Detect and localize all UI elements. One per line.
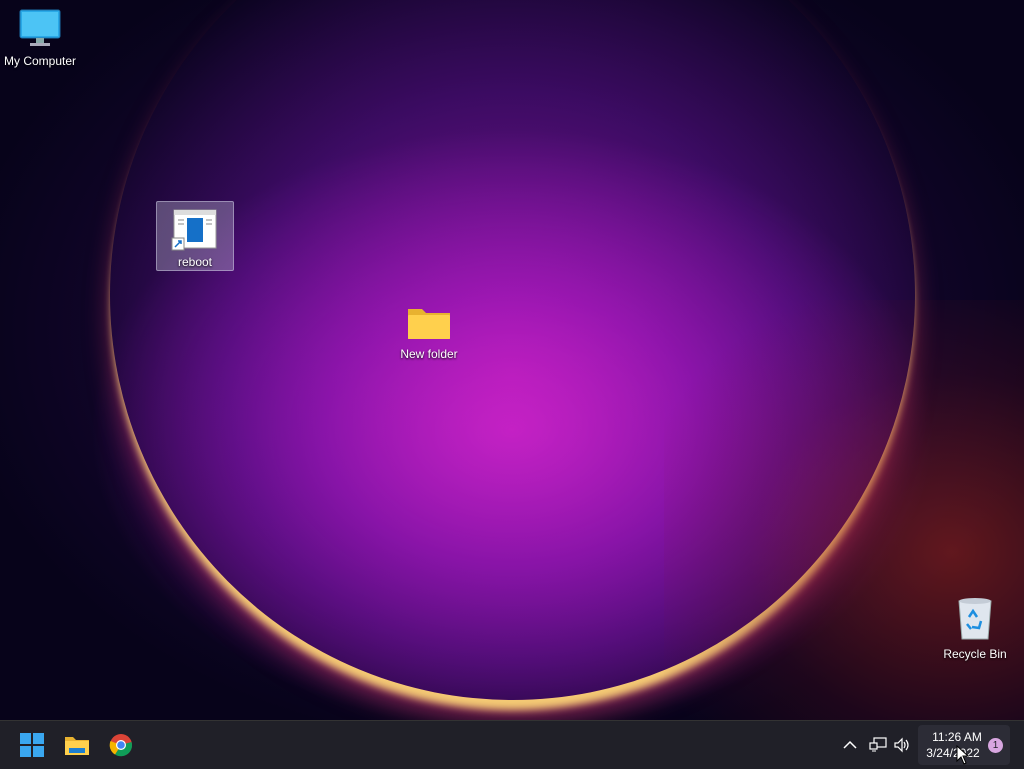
network-button[interactable] — [866, 725, 890, 765]
volume-icon — [894, 737, 909, 753]
file-explorer-icon — [65, 737, 89, 755]
desktop-icon-label: My Computer — [3, 54, 77, 68]
desktop-icon-my-computer[interactable]: My Computer — [0, 8, 80, 68]
taskbar: 11:26 AM 3/24/2022 1 — [0, 720, 1024, 769]
shortcut-file-icon — [171, 209, 217, 251]
notification-badge[interactable]: 1 — [988, 738, 1003, 753]
chevron-up-icon — [843, 740, 857, 749]
computer-icon — [19, 9, 61, 46]
clock-time: 11:26 AM — [932, 730, 982, 744]
desktop-wallpaper — [0, 0, 1024, 720]
chrome-button[interactable] — [101, 725, 141, 765]
desktop-icon-label: reboot — [177, 255, 213, 269]
mouse-cursor-icon — [956, 745, 970, 765]
chrome-icon — [109, 734, 133, 757]
desktop-icon-label: Recycle Bin — [943, 647, 1007, 661]
clock-date: 3/24/2022 — [926, 746, 980, 760]
folder-icon — [408, 309, 450, 339]
recycle-bin-icon — [958, 598, 992, 640]
desktop-icon-reboot[interactable]: reboot — [156, 201, 234, 271]
file-explorer-button[interactable] — [57, 725, 97, 765]
desktop-icon-recycle-bin[interactable]: Recycle Bin — [935, 597, 1015, 661]
start-button[interactable] — [12, 725, 52, 765]
desktop-icon-label: New folder — [400, 347, 458, 361]
volume-button[interactable] — [890, 725, 914, 765]
windows-start-icon — [20, 733, 44, 757]
network-icon — [869, 737, 887, 752]
desktop-icon-new-folder[interactable]: New folder — [389, 305, 469, 361]
show-hidden-icons-button[interactable] — [832, 725, 868, 765]
